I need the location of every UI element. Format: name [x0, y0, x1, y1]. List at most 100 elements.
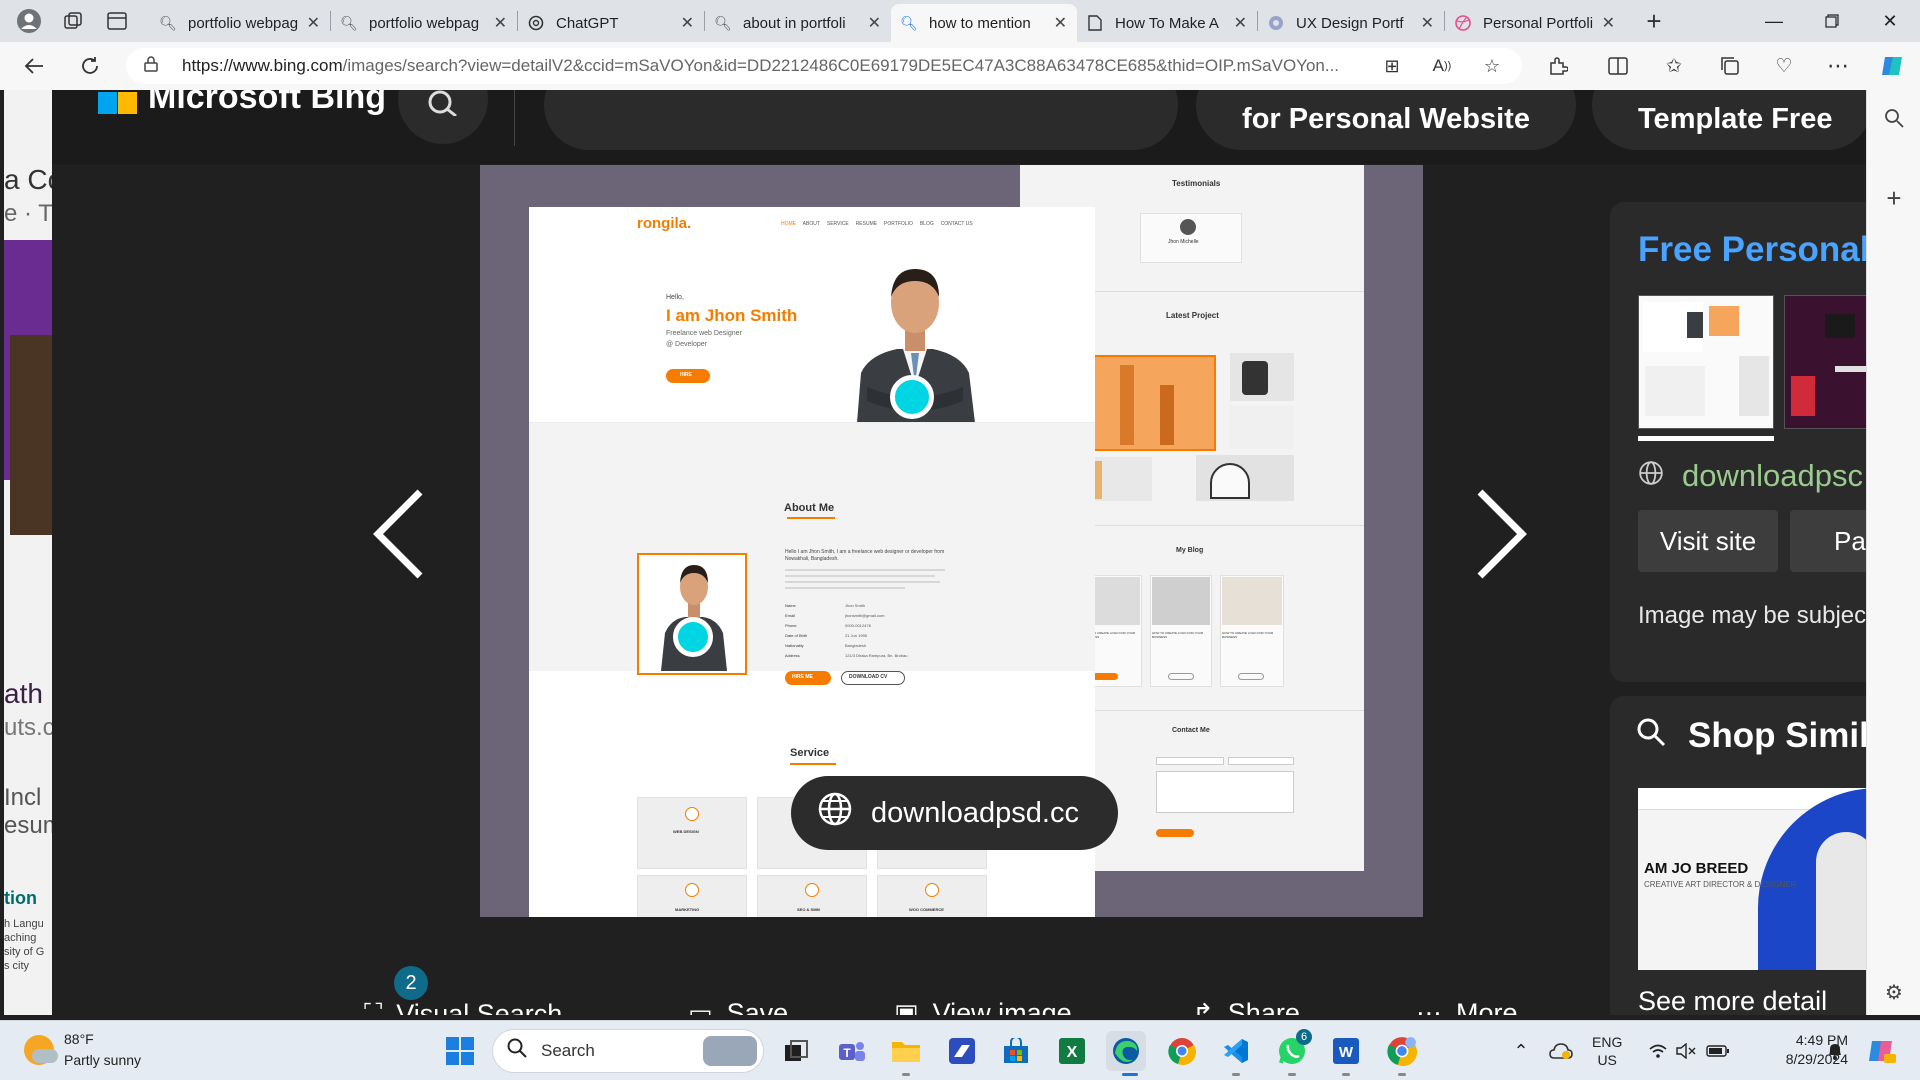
microsoft-store-icon[interactable]: [996, 1031, 1036, 1071]
minimize-icon[interactable]: —: [1746, 0, 1802, 42]
source-site-link[interactable]: downloadpsc: [1638, 458, 1863, 494]
browser-tab[interactable]: 🔍︎ about in portfoli ✕: [705, 6, 891, 40]
search-icon: [1636, 717, 1666, 755]
sidebar-settings-icon[interactable]: ⚙: [1867, 972, 1920, 1012]
more-icon: ⋯: [1416, 998, 1442, 1015]
shop-similar-image[interactable]: AM JO BREED CREATIVE ART DIRECTOR & DESI…: [1638, 788, 1866, 970]
vscode-icon[interactable]: [1216, 1031, 1256, 1071]
related-thumbnail[interactable]: [1784, 295, 1866, 429]
next-image-arrow-icon[interactable]: [1474, 488, 1530, 595]
favorite-star-icon[interactable]: ☆: [1474, 48, 1510, 84]
shop-similar-panel: Shop Simil AM JO BREED CREATIVE ART DIRE…: [1610, 696, 1866, 1015]
onedrive-warning-icon[interactable]: [1546, 1021, 1576, 1080]
related-search-pill[interactable]: Template Free: [1592, 90, 1866, 150]
more-button[interactable]: ⋯ More: [1416, 998, 1518, 1015]
url-text[interactable]: https://www.bing.com/images/search?view=…: [182, 56, 1352, 76]
file-explorer-icon[interactable]: [886, 1031, 926, 1071]
related-search-pill[interactable]: for Personal Website: [1196, 90, 1576, 150]
view-image-icon: ▣: [894, 998, 919, 1015]
chrome-profile-icon[interactable]: [1382, 1031, 1422, 1071]
weather-description[interactable]: Partly sunny: [64, 1052, 141, 1068]
taskbar-search[interactable]: Search: [492, 1029, 764, 1073]
sidebar-search-icon[interactable]: [1867, 98, 1920, 138]
svg-text:W: W: [1339, 1044, 1354, 1061]
notifications-bell-icon[interactable]: [1822, 1021, 1848, 1080]
visual-studio-icon[interactable]: [942, 1031, 982, 1071]
address-bar[interactable]: https://www.bing.com/images/search?view=…: [126, 48, 1522, 84]
browser-essentials-icon[interactable]: ♡: [1764, 48, 1804, 84]
windows-start-icon[interactable]: [440, 1031, 480, 1071]
pages-button[interactable]: Pag: [1790, 510, 1866, 572]
language-indicator[interactable]: ENG US: [1592, 1033, 1622, 1069]
visual-search-button[interactable]: ⛶ Visual Search: [364, 998, 562, 1015]
back-icon[interactable]: [12, 46, 56, 86]
browser-tab[interactable]: 🔍︎ portfolio webpag ✕: [150, 6, 330, 40]
vertical-tabs-icon[interactable]: [98, 4, 136, 38]
weather-sun-icon[interactable]: [24, 1035, 58, 1065]
related-thumbnail[interactable]: [1638, 295, 1774, 429]
copilot-icon[interactable]: [1872, 48, 1912, 84]
browser-tab[interactable]: 🔍︎ portfolio webpag ✕: [331, 6, 517, 40]
browser-tab[interactable]: UX Design Portf ✕: [1258, 6, 1444, 40]
refresh-icon[interactable]: [68, 46, 112, 86]
close-window-icon[interactable]: ✕: [1862, 0, 1918, 42]
volume-muted-icon[interactable]: [1674, 1021, 1698, 1080]
chrome-icon[interactable]: [1162, 1031, 1202, 1071]
browser-tab[interactable]: How To Make A ✕: [1077, 6, 1257, 40]
image-detail-overlay: Microsoft Bing for Personal Website Temp…: [52, 90, 1866, 1015]
edge-sidebar: + ⚙: [1866, 90, 1920, 1015]
sidebar-add-icon[interactable]: +: [1867, 178, 1920, 218]
teams-icon[interactable]: T: [832, 1031, 872, 1071]
copilot-taskbar-icon[interactable]: [1864, 1021, 1898, 1080]
collections-icon[interactable]: [1710, 48, 1750, 84]
split-screen-icon[interactable]: [1598, 48, 1638, 84]
workspaces-icon[interactable]: [54, 4, 92, 38]
app-available-icon[interactable]: ⊞: [1374, 48, 1410, 84]
source-site-chip[interactable]: downloadpsd.cc: [791, 776, 1118, 850]
see-more-details-link[interactable]: See more detail: [1638, 986, 1827, 1015]
edge-browser-icon[interactable]: [1106, 1031, 1146, 1071]
close-tab-icon[interactable]: ✕: [681, 13, 694, 33]
profile-avatar-icon[interactable]: [10, 4, 48, 38]
bing-brand[interactable]: Microsoft Bing: [148, 90, 386, 117]
visit-site-button[interactable]: Visit site: [1638, 510, 1778, 572]
view-image-button[interactable]: ▣ View image: [894, 998, 1072, 1015]
visual-search-badge: 2: [394, 966, 428, 1000]
close-tab-icon[interactable]: ✕: [1602, 13, 1615, 33]
show-hidden-icons-icon[interactable]: ⌃: [1508, 1021, 1534, 1080]
close-tab-icon[interactable]: ✕: [1421, 13, 1434, 33]
extensions-icon[interactable]: [1538, 48, 1578, 84]
document-icon: [1087, 15, 1103, 31]
browser-tab[interactable]: ChatGPT ✕: [518, 6, 704, 40]
previous-image-arrow-icon[interactable]: [370, 488, 426, 595]
search-highlight-icon: [703, 1036, 757, 1066]
search-icon: 🔍︎: [900, 14, 918, 31]
battery-icon[interactable]: [1704, 1021, 1732, 1080]
close-tab-icon[interactable]: ✕: [1234, 13, 1247, 33]
lock-icon[interactable]: [144, 56, 158, 76]
share-button[interactable]: ↱ Share: [1192, 998, 1300, 1015]
settings-more-icon[interactable]: ⋯: [1818, 48, 1858, 84]
close-tab-icon[interactable]: ✕: [868, 13, 881, 33]
microsoft-logo-icon: [98, 92, 138, 114]
task-view-icon[interactable]: [776, 1031, 816, 1071]
new-tab-icon[interactable]: +: [1635, 4, 1673, 38]
close-tab-icon[interactable]: ✕: [307, 13, 320, 33]
wifi-icon[interactable]: [1646, 1021, 1670, 1080]
read-aloud-icon[interactable]: A)): [1424, 48, 1460, 84]
overlay-header: Microsoft Bing for Personal Website Temp…: [52, 90, 1866, 164]
weather-temperature[interactable]: 88°F: [64, 1031, 94, 1047]
close-tab-icon[interactable]: ✕: [494, 13, 507, 33]
save-button[interactable]: ▭ Save: [688, 998, 788, 1015]
header-search-icon[interactable]: [398, 90, 488, 144]
favorites-icon[interactable]: ✩: [1654, 48, 1694, 84]
related-search-pill[interactable]: [544, 90, 1178, 150]
restore-icon[interactable]: [1804, 0, 1860, 42]
close-tab-icon[interactable]: ✕: [1054, 13, 1067, 33]
word-icon[interactable]: W: [1326, 1031, 1366, 1071]
browser-tab[interactable]: Personal Portfoli ✕: [1445, 6, 1625, 40]
svg-text:T: T: [843, 1046, 851, 1060]
excel-icon[interactable]: X: [1052, 1031, 1092, 1071]
image-title[interactable]: Free Personal: [1638, 230, 1866, 270]
browser-tab-active[interactable]: 🔍︎ how to mention ✕: [891, 4, 1077, 42]
